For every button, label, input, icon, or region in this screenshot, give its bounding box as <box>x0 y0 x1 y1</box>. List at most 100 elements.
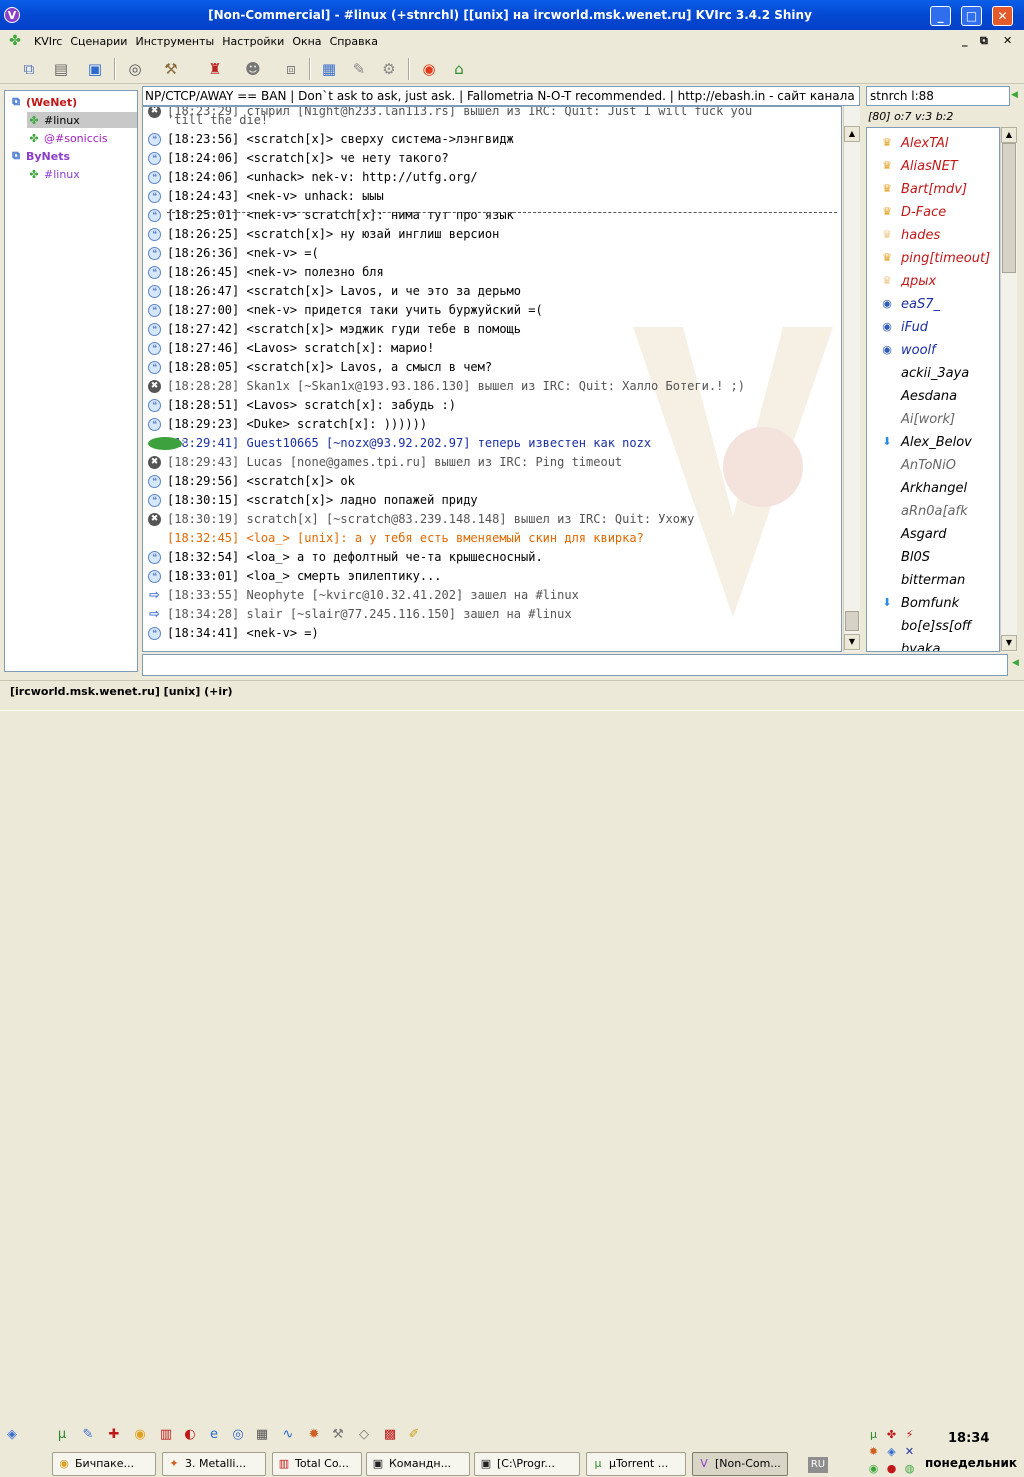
menu-kvirc[interactable]: KVIrc <box>30 35 66 48</box>
minimize-button[interactable]: _ <box>930 6 951 26</box>
nick-list-item[interactable]: ◉ eaS7_ <box>867 293 999 316</box>
nick-list-item[interactable]: Aesdana <box>867 385 999 408</box>
nick-list-item[interactable]: ♛ AlexTAl <box>867 132 999 155</box>
home-icon[interactable]: ⌂ <box>448 58 470 80</box>
chrome-icon[interactable]: ◉ <box>132 1427 148 1443</box>
title-bar[interactable]: V [Non-Commercial] - #linux (+stnrchl) [… <box>0 0 1024 30</box>
kvirc-tray-icon[interactable]: ✤ <box>884 1427 899 1442</box>
antivirus-tray-icon[interactable]: ◈ <box>884 1444 899 1459</box>
topic-field[interactable]: NP/CTCP/AWAY == BAN | Don`t ask to ask, … <box>142 86 860 106</box>
taskbar-button[interactable]: ◉ Бичпаке... <box>52 1452 156 1476</box>
clock[interactable]: 18:34 <box>948 1431 989 1446</box>
taskbar-button[interactable]: ▣ Командн... <box>366 1452 470 1476</box>
scroll-up-button[interactable]: ▲ <box>844 126 860 142</box>
scroll-down-button[interactable]: ▼ <box>844 634 860 650</box>
nick-list-item[interactable]: byaka <box>867 638 999 651</box>
tree-network-wenet[interactable]: ⧉ (WeNet) <box>9 94 77 110</box>
tree-channel-linux-bynets[interactable]: ✤ #linux <box>27 166 79 182</box>
scroll-down-button[interactable]: ▼ <box>1001 635 1017 651</box>
nick-list-item[interactable]: Ai[work] <box>867 408 999 431</box>
chart-icon[interactable]: ∿ <box>280 1427 296 1443</box>
chat-view[interactable]: ✖ [18:23:29] стырил [Night@h233.lan113.rs… <box>142 106 842 652</box>
network-icon[interactable]: ◎ <box>230 1427 246 1443</box>
nicklist-scrollbar[interactable]: ▲ ▼ <box>1000 127 1017 652</box>
glasses-icon[interactable]: ◎ <box>124 58 146 80</box>
mdi-restore-button[interactable]: ⧉ <box>980 34 988 48</box>
nick-list-item[interactable]: ◉ iFud <box>867 316 999 339</box>
own-nick-field[interactable]: stnrch l:88 <box>866 86 1010 106</box>
green-tray-icon[interactable]: ◍ <box>902 1461 917 1476</box>
addressbook-icon[interactable]: ▦ <box>318 58 340 80</box>
mdi-close-button[interactable]: ✕ <box>1003 34 1012 47</box>
menu-windows[interactable]: Окна <box>288 35 325 48</box>
menu-tools[interactable]: Инструменты <box>131 35 218 48</box>
chat-scrollbar[interactable]: ▲ ▼ <box>843 106 860 652</box>
connect-icon[interactable]: ⧉ <box>18 58 40 80</box>
nick-list-item[interactable]: aRn0a[afk <box>867 500 999 523</box>
language-indicator[interactable]: RU <box>808 1457 828 1473</box>
nick-list-item[interactable]: ⬇ Alex_Belov <box>867 431 999 454</box>
input-expand-icon[interactable]: ◀ <box>1012 658 1019 668</box>
taskbar-button[interactable]: ✦ 3. Metalli... <box>162 1452 266 1476</box>
tree-channel-linux[interactable]: ✤ #linux <box>27 112 137 128</box>
nick-list-item[interactable]: AnToNiO <box>867 454 999 477</box>
nick-list-item[interactable]: ♛ дрых <box>867 270 999 293</box>
app-tray-icon[interactable]: ● <box>884 1461 899 1476</box>
network-icon[interactable]: ⧈ <box>280 58 302 80</box>
joystick-icon[interactable]: ♜ <box>204 58 226 80</box>
utorrent-icon[interactable]: μ <box>54 1427 70 1443</box>
menu-settings[interactable]: Настройки <box>218 35 288 48</box>
scroll-thumb[interactable] <box>845 611 859 631</box>
nick-list-item[interactable]: Asgard <box>867 523 999 546</box>
ie-icon[interactable]: e <box>206 1427 222 1443</box>
taskbar-button[interactable]: μ µTorrent ... <box>586 1452 686 1476</box>
lifebuoy-icon[interactable]: ◉ <box>418 58 440 80</box>
tree-network-bynets[interactable]: ⧉ ByNets <box>9 148 70 164</box>
wrench-icon[interactable]: ✎ <box>348 58 370 80</box>
pen-icon[interactable]: ✐ <box>406 1427 422 1443</box>
mdi-minimize-button[interactable]: _ <box>962 34 968 47</box>
network-tray-icon[interactable]: ✕ <box>902 1444 917 1459</box>
user-settings-icon[interactable]: ⚙ <box>378 58 400 80</box>
nick-list-item[interactable]: bo[e]ss[off <box>867 615 999 638</box>
gear-icon[interactable]: ✹ <box>306 1427 322 1443</box>
maximize-button[interactable]: □ <box>961 6 982 26</box>
nick-list[interactable]: ♛ AlexTAl ♛ AliasNET ♛ Bart[mdv] ♛ D-Face ♛ hades… <box>866 127 1000 652</box>
nick-list-item[interactable]: ♛ Bart[mdv] <box>867 178 999 201</box>
server-icon[interactable]: ▤ <box>50 58 72 80</box>
nick-list-item[interactable]: ◉ woolf <box>867 339 999 362</box>
user-icon[interactable]: ☻ <box>242 58 264 80</box>
nick-list-item[interactable]: Arkhangel <box>867 477 999 500</box>
totalcmd-icon[interactable]: ▥ <box>158 1427 174 1443</box>
show-desktop-icon[interactable]: ◈ <box>4 1427 20 1443</box>
message-input[interactable] <box>142 654 1008 676</box>
alert-tray-icon[interactable]: ⚡ <box>902 1427 917 1442</box>
scroll-up-button[interactable]: ▲ <box>1001 127 1017 143</box>
utorrent-tray-icon[interactable]: μ <box>866 1427 881 1442</box>
vm-icon[interactable]: ◇ <box>356 1427 372 1443</box>
calculator-icon[interactable]: ▦ <box>254 1427 270 1443</box>
menu-help[interactable]: Справка <box>326 35 382 48</box>
close-button[interactable]: ✕ <box>992 6 1013 26</box>
nick-list-item[interactable]: ackii_3aya <box>867 362 999 385</box>
taskbar-button[interactable]: ▥ Total Co... <box>272 1452 362 1476</box>
tree-channel-soniccis[interactable]: ✤ @#soniccis <box>27 130 107 146</box>
taskbar-button[interactable]: ▣ [C:\Progr... <box>474 1452 580 1476</box>
notepad-icon[interactable]: ✎ <box>80 1427 96 1443</box>
tools-icon[interactable]: ⚒ <box>330 1427 346 1443</box>
ql-app-icon[interactable]: ✚ <box>106 1427 122 1443</box>
nick-list-item[interactable]: ⬇ Bomfunk <box>867 592 999 615</box>
topic-expand-icon[interactable]: ◀ <box>1011 90 1018 100</box>
scroll-thumb[interactable] <box>1002 143 1016 273</box>
taskbar-button[interactable]: V [Non-Com... <box>692 1452 788 1476</box>
menu-scripts[interactable]: Сценарии <box>66 35 131 48</box>
nick-list-item[interactable]: ♛ ping[timeout] <box>867 247 999 270</box>
filezilla-icon[interactable]: ◐ <box>182 1427 198 1443</box>
kvirc-app-icon[interactable]: V <box>4 7 20 23</box>
tools-icon[interactable]: ⚒ <box>160 58 182 80</box>
nick-list-item[interactable]: ♛ D-Face <box>867 201 999 224</box>
nick-list-item[interactable]: ♛ AliasNET <box>867 155 999 178</box>
nick-list-item[interactable]: bitterman <box>867 569 999 592</box>
nick-list-item[interactable]: Bl0S <box>867 546 999 569</box>
gear-tray-icon[interactable]: ✹ <box>866 1444 881 1459</box>
